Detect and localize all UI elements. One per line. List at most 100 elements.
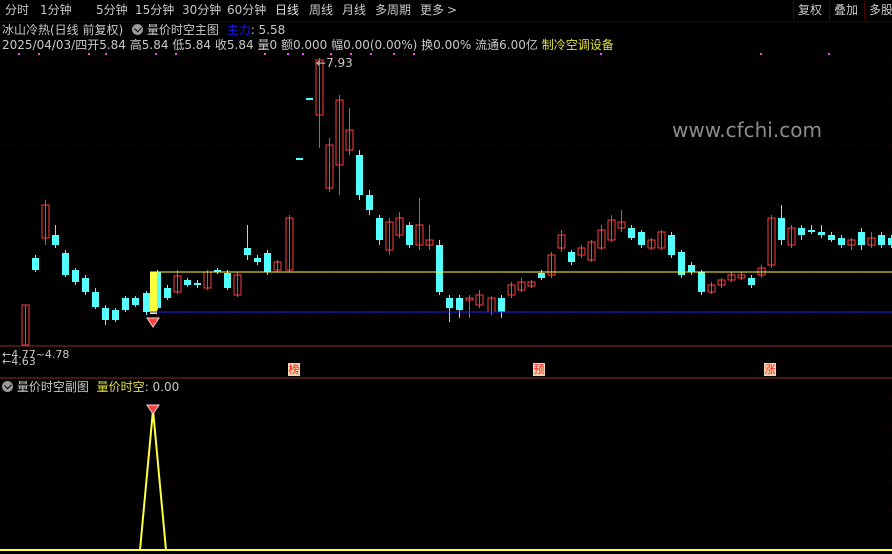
- chevron-right-icon: >: [447, 3, 458, 17]
- tab-intraday[interactable]: 分时: [5, 2, 29, 19]
- tab-60min[interactable]: 60分钟: [227, 2, 266, 19]
- candle-body-down: [538, 273, 545, 278]
- watermark: www.cfchi.com: [672, 118, 822, 142]
- signal-dot: [302, 53, 304, 55]
- candle-body-down: [62, 253, 69, 275]
- candle-body-down: [628, 228, 635, 238]
- tab-5min[interactable]: 5分钟: [96, 2, 128, 19]
- candle-body-down: [122, 298, 129, 310]
- low-price-value: 4.63: [11, 355, 36, 368]
- sub-spike: [139, 409, 167, 551]
- candle-body-down: [668, 235, 675, 255]
- tab-weekly[interactable]: 周线: [309, 2, 333, 19]
- adjust-price-button[interactable]: 复权: [793, 1, 826, 20]
- sub-chart-title[interactable]: 量价时空副图: [17, 380, 89, 394]
- overlay-button[interactable]: 叠加: [829, 1, 862, 20]
- high-arrow: ←: [316, 56, 327, 70]
- quote-industry[interactable]: 制冷空调设备: [542, 38, 614, 52]
- quote-close: 收5.84: [214, 38, 254, 52]
- candle-body-down: [244, 248, 251, 255]
- candle-body-down: [356, 155, 363, 195]
- signal-dot: [393, 53, 395, 55]
- tab-more[interactable]: 更多 >: [420, 2, 457, 19]
- signal-dot: [264, 53, 266, 55]
- candle-body-down: [818, 232, 825, 235]
- tab-monthly[interactable]: 月线: [342, 2, 366, 19]
- candle-body-down: [164, 288, 171, 298]
- signal-dot: [760, 53, 762, 55]
- candle-body-down: [828, 235, 835, 240]
- settings-icon-sub[interactable]: [2, 381, 13, 392]
- candle-body-down: [748, 278, 755, 285]
- quote-amount: 额0.000: [280, 38, 328, 52]
- signal-candle: [150, 272, 157, 314]
- candle-body-down: [366, 195, 373, 210]
- stock-title: 冰山冷热(日线 前复权): [2, 23, 124, 37]
- signal-dot: [105, 53, 107, 55]
- candle-body-down: [376, 218, 383, 240]
- candle-body-down: [82, 278, 89, 292]
- candle-body-down: [888, 238, 892, 245]
- quote-open: 开5.84: [87, 38, 126, 52]
- candle-body-down: [224, 273, 231, 288]
- multi-stock-button[interactable]: 多股: [864, 1, 892, 20]
- candle-body-down: [52, 235, 59, 245]
- candle-body-down: [102, 308, 109, 320]
- candle-body-down: [112, 310, 119, 320]
- candle-body-down: [132, 298, 139, 305]
- chart-canvas: [0, 53, 892, 551]
- tab-multi-period[interactable]: 多周期: [375, 2, 411, 19]
- candle-body-down: [688, 265, 695, 272]
- quote-date: 2025/04/03/四: [2, 38, 88, 52]
- sub-series-value: : 0.00: [144, 380, 180, 394]
- candle-body-down: [296, 158, 303, 160]
- indicator-value-label: 主力: [226, 23, 251, 37]
- candle-body-down: [638, 232, 645, 245]
- tab-daily[interactable]: 日线: [275, 2, 299, 19]
- candle-body-down: [406, 225, 413, 245]
- sub-series-label: 量价时空: [96, 380, 145, 394]
- candle-body-down: [498, 298, 505, 312]
- marker-yu: 预: [533, 363, 545, 376]
- signal-dot: [18, 53, 20, 55]
- diamond-signal-icon: [146, 317, 160, 328]
- quote-line: 2025/04/03/四开5.84 高5.84 低5.84 收5.84 量0 额…: [2, 38, 614, 52]
- tab-more-label: 更多: [420, 3, 445, 17]
- indicator-name[interactable]: 量价时空主图: [147, 23, 219, 37]
- candle-body-down: [436, 245, 443, 292]
- chart-header: 冰山冷热(日线 前复权) 量价时空主图 主力: 5.58: [2, 23, 285, 37]
- signal-dot: [828, 53, 830, 55]
- candle-body-down: [32, 258, 39, 270]
- signal-dot: [330, 53, 332, 55]
- signal-dot: [350, 53, 352, 55]
- diamond-signal-icon-sub: [146, 404, 160, 415]
- tab-15min[interactable]: 15分钟: [135, 2, 174, 19]
- marker-bang: 榜: [288, 363, 300, 376]
- candle-body-down: [878, 235, 885, 245]
- candle-body-down: [838, 238, 845, 245]
- sub-chart-header: 量价时空副图 量价时空: 0.00: [2, 380, 179, 394]
- tab-1min[interactable]: 1分钟: [40, 2, 72, 19]
- signal-dot: [600, 53, 602, 55]
- indicator-value: : 5.58: [250, 23, 286, 37]
- candle-body-down: [778, 218, 785, 240]
- low-arrow: ←: [2, 355, 12, 368]
- quote-amplitude: 幅0.00(0.00%): [331, 38, 418, 52]
- quote-float-cap: 流通6.00亿: [475, 38, 538, 52]
- signal-dot: [88, 53, 90, 55]
- signal-dot: [155, 53, 157, 55]
- period-toolbar: 分时 1分钟 5分钟 15分钟 30分钟 60分钟 日线 周线 月线 多周期 更…: [0, 0, 892, 22]
- candle-body-down: [808, 230, 815, 232]
- quote-low: 低5.84: [172, 38, 212, 52]
- candle-body-down: [446, 298, 453, 308]
- high-price-label: ←7.93: [316, 56, 353, 70]
- candle-body-down: [92, 292, 99, 307]
- quote-turnover: 换0.00%: [421, 38, 472, 52]
- candle-body-down: [798, 228, 805, 235]
- candle-body-down: [194, 283, 201, 285]
- quote-volume: 量0: [257, 38, 278, 52]
- tab-30min[interactable]: 30分钟: [182, 2, 221, 19]
- signal-dot: [370, 53, 372, 55]
- settings-icon[interactable]: [132, 24, 144, 35]
- high-price-value: 7.93: [326, 56, 353, 70]
